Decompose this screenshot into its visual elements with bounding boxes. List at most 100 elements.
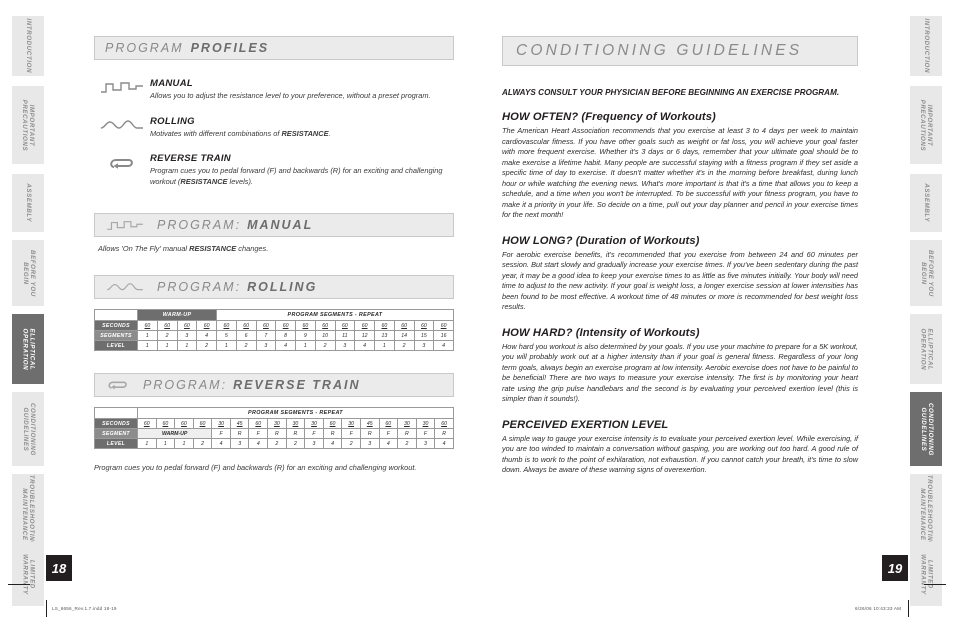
table-cell: 11: [334, 330, 356, 341]
profile-desc-bold: RESISTANCE: [180, 176, 228, 186]
table-cell: 1: [137, 340, 158, 351]
step-wave-icon: [105, 220, 145, 231]
section-heading: HOW OFTEN? (Frequency of Workouts): [502, 111, 716, 123]
table-cell: 3: [255, 340, 277, 351]
conditioning-guidelines-banner: CONDITIONING GUIDELINES: [502, 36, 858, 66]
sidebar-tab-label: CONDITIONING GUIDELINES: [21, 402, 36, 456]
table-cell: 16: [433, 330, 454, 341]
table-cell: R: [267, 428, 287, 439]
table-cell: 60: [216, 320, 237, 331]
table-cell: 2: [156, 330, 178, 341]
table-cell: F: [248, 428, 269, 439]
sidebar-tab-label: LIMITED WARRANTY: [919, 553, 934, 595]
table-cell: 45: [229, 418, 250, 429]
table-cell: 10: [314, 330, 336, 341]
table-cell: R: [397, 428, 417, 439]
sidebar-tab-elliptical-operation[interactable]: ELLIPTICAL OPERATION: [910, 314, 942, 384]
program-manual-note: Allows 'On The Fly' manual RESISTANCE ch…: [98, 244, 454, 253]
sidebar-tab-introduction[interactable]: INTRODUCTION: [12, 16, 44, 76]
sidebar-tab-conditioning-guidelines[interactable]: CONDITIONING GUIDELINES: [910, 392, 942, 466]
section-body: A simple way to gauge your exercise inte…: [502, 433, 858, 475]
row-label: LEVEL: [94, 340, 138, 351]
profile-description: Program cues you to pedal forward (F) an…: [150, 166, 454, 187]
crop-tick-right: [908, 600, 910, 617]
table-cell: 60: [255, 320, 277, 331]
section-body: How hard you workout is also determined …: [502, 341, 858, 404]
program-profiles-banner: PROGRAM PROFILES: [94, 36, 454, 60]
table-cell: 9: [295, 330, 316, 341]
sidebar-tab-limited-warranty[interactable]: LIMITED WARRANTY: [12, 542, 44, 606]
table-cell: 60: [433, 320, 454, 331]
table-cell: 4: [275, 340, 296, 351]
table-cell: R: [322, 428, 343, 439]
table-cell: F: [415, 428, 436, 439]
table-cell: 60: [354, 320, 375, 331]
table-cell: 60: [314, 320, 336, 331]
sidebar-tab-assembly[interactable]: ASSEMBLY: [12, 174, 44, 232]
table-cell: 4: [434, 438, 454, 449]
table-cell: 60: [137, 418, 157, 429]
sidebar-tab-before-you-begin[interactable]: BEFORE YOU BEGIN: [910, 240, 942, 306]
reverse-loop-icon: [94, 153, 150, 187]
crop-mark-right: [924, 584, 946, 586]
sidebar-tab-assembly[interactable]: ASSEMBLY: [910, 174, 942, 232]
section-heading: PERCEIVED EXERTION LEVEL: [502, 418, 669, 431]
table-cell: 30: [211, 418, 231, 429]
profile-row-manual: MANUAL Allows you to adjust the resistan…: [94, 78, 454, 102]
program-label: PROGRAM:: [157, 218, 242, 232]
table-cell: 8: [275, 330, 296, 341]
profile-description: Allows you to adjust the resistance leve…: [150, 91, 454, 102]
table-cell: F: [341, 428, 361, 439]
table-cell: 2: [267, 438, 287, 449]
sidebar-tab-label: ELLIPTICAL OPERATION: [21, 328, 36, 370]
sidebar-tab-important-precautions[interactable]: IMPORTANT PRECAUTIONS: [910, 86, 942, 164]
table-row: SECONDS 60 60 60 60 60 60 60 60 60 60 60 60 60 60 60 60: [94, 320, 454, 331]
table-cell: 6: [235, 330, 257, 341]
table-cell: 60: [322, 418, 343, 429]
sidebar-tab-conditioning-guidelines[interactable]: CONDITIONING GUIDELINES: [12, 392, 44, 466]
row-label: SEGMENTS: [94, 330, 138, 341]
table-cell: 3: [229, 438, 250, 449]
profile-desc-post: .: [328, 128, 331, 138]
profile-title: ROLLING: [150, 115, 195, 127]
warmup-span-cell: WARM-UP: [136, 428, 213, 439]
table-cell: 2: [235, 340, 257, 351]
left-page-content: PROGRAM PROFILES MANUAL Allows you to ad…: [94, 36, 454, 474]
table-cell: R: [229, 428, 250, 439]
table-cell: 1: [216, 340, 237, 351]
page-title: CONDITIONING GUIDELINES: [516, 42, 803, 59]
sidebar-tab-limited-warranty[interactable]: LIMITED WARRANTY: [910, 542, 942, 606]
conditioning-section: HOW HARD? (Intensity of Workouts) How har…: [502, 327, 858, 405]
profile-desc-post: levels).: [227, 176, 253, 186]
table-cell: 1: [174, 438, 194, 449]
sidebar-tab-label: INTRODUCTION: [922, 18, 930, 74]
table-cell: 1: [374, 340, 395, 351]
table-cell: 1: [176, 340, 198, 351]
manual-spread: INTRODUCTION IMPORTANT PRECAUTIONS ASSEMBLY…: [0, 0, 954, 629]
crop-mark-left: [8, 584, 30, 586]
table-cell: 3: [304, 438, 324, 449]
table-cell: 1: [295, 340, 316, 351]
program-rolling-banner: PROGRAM: ROLLING: [94, 275, 454, 299]
banner-word-1: PROGRAM: [105, 41, 184, 55]
table-cell: 2: [192, 438, 213, 449]
conditioning-section: HOW LONG? (Duration of Workouts) For aero…: [502, 235, 858, 313]
table-cell: 60: [413, 320, 435, 331]
program-rolling-block: PROGRAM: ROLLING WARM-UP PROGRAM SEGMENTS…: [94, 275, 454, 351]
sidebar-tab-before-you-begin[interactable]: BEFORE YOU BEGIN: [12, 240, 44, 306]
table-cell: 30: [285, 418, 306, 429]
program-label: PROGRAM:: [143, 378, 228, 392]
table-cell: R: [359, 428, 380, 439]
sidebar-tab-introduction[interactable]: INTRODUCTION: [910, 16, 942, 76]
table-cell: 2: [341, 438, 361, 449]
table-cell: R: [434, 428, 454, 439]
row-label: SECONDS: [94, 320, 138, 331]
print-timestamp: 6/26/06 10:43:33 AM: [855, 606, 902, 611]
table-cell: F: [304, 428, 324, 439]
sidebar-tab-important-precautions[interactable]: IMPORTANT PRECAUTIONS: [12, 86, 44, 164]
sidebar-tab-elliptical-operation[interactable]: ELLIPTICAL OPERATION: [12, 314, 44, 384]
conditioning-sections: HOW OFTEN? (Frequency of Workouts) The Am…: [502, 111, 858, 476]
program-name: REVERSE TRAIN: [233, 378, 361, 392]
table-corner-cell: [94, 309, 138, 321]
section-heading: HOW HARD? (Intensity of Workouts): [502, 326, 700, 339]
